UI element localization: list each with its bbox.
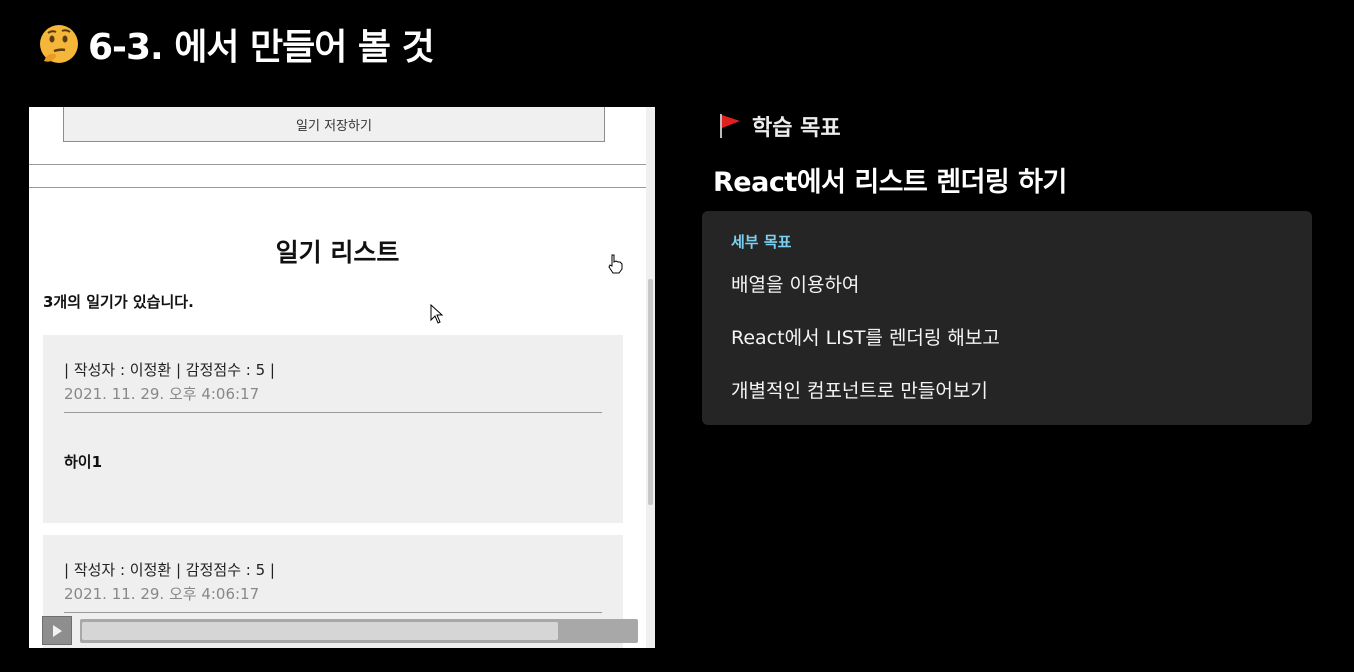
arrow-cursor-icon (430, 304, 444, 324)
hand-cursor-icon (608, 254, 623, 274)
diary-date: 2021. 11. 29. 오후 4:06:17 (64, 585, 260, 603)
demo-video[interactable]: 일기 저장하기 일기 리스트 3개의 일기가 있습니다. | 작성자 : 이정환… (29, 107, 655, 648)
play-icon (53, 624, 62, 637)
diary-author: | 작성자 : 이정환 | 감정점수 : 5 | (64, 561, 275, 579)
goal-main: React에서 리스트 렌더링 하기 (713, 167, 1067, 198)
thinking-face-icon (40, 25, 78, 63)
detail-goal-item: React에서 LIST를 렌더링 해보고 (731, 327, 1000, 349)
diary-date: 2021. 11. 29. 오후 4:06:17 (64, 385, 260, 403)
detail-goal-item: 개별적인 컴포넌트로 만들어보기 (731, 380, 988, 402)
save-diary-button[interactable]: 일기 저장하기 (63, 107, 605, 142)
goal-label: 학습 목표 (752, 116, 841, 141)
detail-goals-label: 세부 목표 (731, 233, 792, 251)
diary-count: 3개의 일기가 있습니다. (43, 293, 194, 311)
diary-divider (64, 412, 602, 413)
diary-author: | 작성자 : 이정환 | 감정점수 : 5 | (64, 361, 275, 379)
editor-bottom: 일기 저장하기 (29, 107, 646, 165)
detail-goal-item: 배열을 이용하여 (731, 274, 860, 296)
slide-title: 6-3. 에서 만들어 볼 것 (88, 27, 435, 68)
diary-item: | 작성자 : 이정환 | 감정점수 : 5 | 2021. 11. 29. 오… (43, 335, 623, 523)
video-controls (29, 612, 655, 648)
diary-list-title: 일기 리스트 (275, 238, 400, 267)
diary-content: 하이1 (64, 453, 103, 471)
goal-header: 학습 목표 (716, 110, 841, 142)
video-progress-fill (82, 622, 558, 640)
detail-goals-box: 세부 목표 배열을 이용하여 React에서 LIST를 렌더링 해보고 개별적… (702, 211, 1312, 425)
slide-title-row: 6-3. 에서 만들어 볼 것 (38, 18, 435, 70)
scrollbar-thumb[interactable] (648, 279, 653, 505)
red-flag-icon (720, 114, 740, 138)
play-button[interactable] (42, 616, 72, 645)
diary-list-panel: 일기 리스트 3개의 일기가 있습니다. | 작성자 : 이정환 | 감정점수 … (29, 187, 647, 648)
video-progress-bar[interactable] (80, 619, 638, 643)
